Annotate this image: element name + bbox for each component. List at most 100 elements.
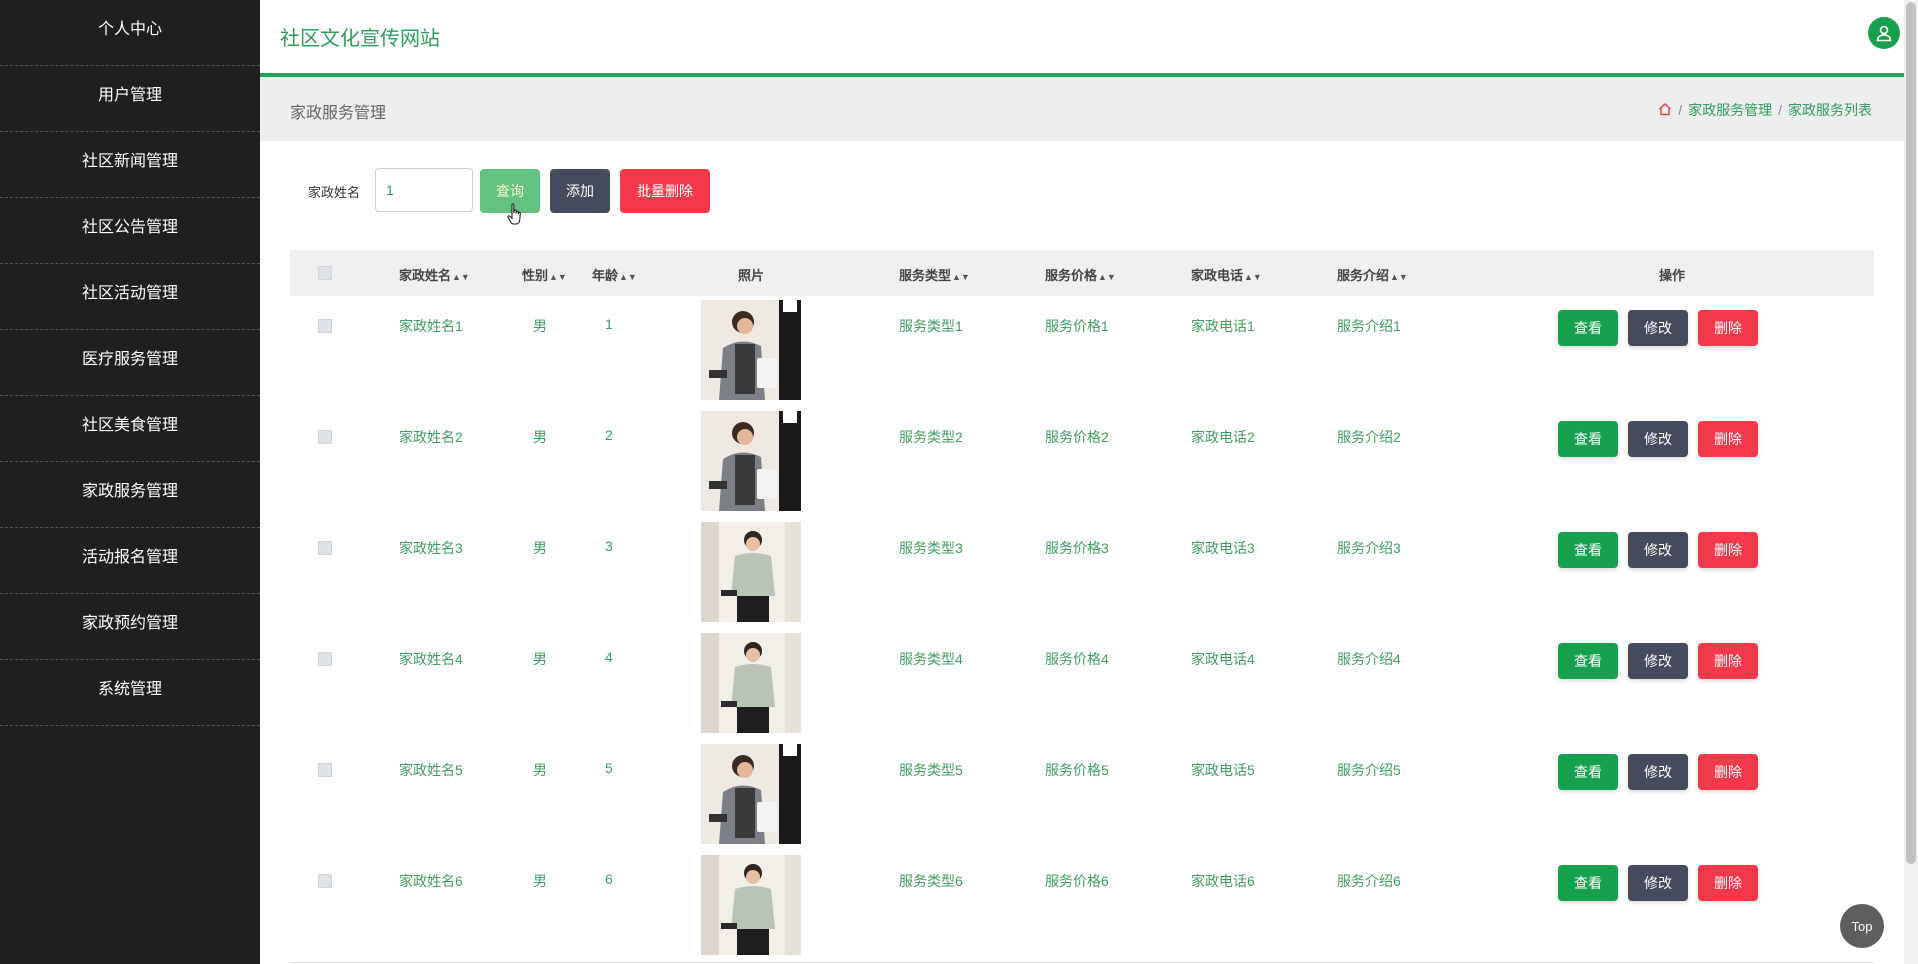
sidebar-item-food[interactable]: 社区美食管理 (0, 396, 260, 462)
cell-gender: 男 (533, 318, 547, 334)
edit-button[interactable]: 修改 (1628, 532, 1688, 568)
page-head: 家政服务管理 / 家政服务管理 / 家政服务列表 (260, 77, 1904, 141)
delete-button[interactable]: 删除 (1698, 643, 1758, 679)
sidebar-item-medical[interactable]: 医疗服务管理 (0, 330, 260, 396)
cell-name: 家政姓名4 (399, 651, 463, 667)
cell-price: 服务价格3 (1045, 540, 1109, 556)
column-header-age[interactable]: 年龄▲▼ (592, 265, 637, 284)
top-header: 社区文化宣传网站 (260, 0, 1904, 77)
cell-phone: 家政电话5 (1191, 762, 1255, 778)
edit-button[interactable]: 修改 (1628, 643, 1688, 679)
row-checkbox[interactable] (318, 430, 332, 444)
delete-button[interactable]: 删除 (1698, 865, 1758, 901)
sidebar-item-profile[interactable]: 个人中心 (0, 0, 260, 66)
sort-icon[interactable]: ▲▼ (1098, 272, 1116, 282)
batch-delete-button[interactable]: 批量删除 (620, 169, 710, 213)
row-checkbox[interactable] (318, 319, 332, 333)
select-all-checkbox[interactable] (318, 266, 332, 280)
cell-gender: 男 (533, 540, 547, 556)
column-header-price-label: 服务价格 (1045, 268, 1098, 283)
sidebar-item-activities[interactable]: 社区活动管理 (0, 264, 260, 330)
hand-cursor-icon (507, 203, 521, 225)
row-checkbox[interactable] (318, 652, 332, 666)
cell-age: 5 (605, 760, 613, 776)
cell-intro: 服务介绍3 (1337, 540, 1401, 556)
cell-gender: 男 (533, 651, 547, 667)
sidebar-item-housekeeping[interactable]: 家政服务管理 (0, 462, 260, 528)
cell-gender: 男 (533, 429, 547, 445)
cell-name: 家政姓名3 (399, 540, 463, 556)
home-icon[interactable] (1658, 102, 1672, 119)
sort-icon[interactable]: ▲▼ (549, 272, 567, 282)
user-icon[interactable] (1868, 17, 1900, 49)
cell-gender: 男 (533, 762, 547, 778)
column-header-name[interactable]: 家政姓名▲▼ (399, 265, 470, 284)
breadcrumb-separator: / (1678, 102, 1683, 118)
column-header-photo: 照片 (738, 268, 765, 283)
sort-icon[interactable]: ▲▼ (1390, 272, 1408, 282)
column-header-price[interactable]: 服务价格▲▼ (1045, 265, 1116, 284)
column-header-service-type-label: 服务类型 (899, 268, 952, 283)
cell-name: 家政姓名5 (399, 762, 463, 778)
cell-intro: 服务介绍6 (1337, 873, 1401, 889)
cell-service-type: 服务类型2 (899, 429, 963, 445)
sidebar: 个人中心 用户管理 社区新闻管理 社区公告管理 社区活动管理 医疗服务管理 社区… (0, 0, 260, 964)
view-button[interactable]: 查看 (1558, 532, 1618, 568)
sort-icon[interactable]: ▲▼ (619, 272, 637, 282)
breadcrumb-item-housekeeping[interactable]: 家政服务管理 (1688, 100, 1772, 120)
cell-age: 6 (605, 871, 613, 887)
column-header-phone[interactable]: 家政电话▲▼ (1191, 265, 1262, 284)
view-button[interactable]: 查看 (1558, 643, 1618, 679)
cell-intro: 服务介绍5 (1337, 762, 1401, 778)
row-checkbox[interactable] (318, 874, 332, 888)
table-row: 家政姓名6 男 6 服务类型6 服务价格6 家政电话6 服务介绍6 查看 修改 删除 (290, 851, 1874, 963)
cell-age: 3 (605, 538, 613, 554)
breadcrumb: / 家政服务管理 / 家政服务列表 (1658, 100, 1872, 120)
table-row: 家政姓名4 男 4 服务类型4 服务价格4 家政电话4 服务介绍4 查看 修改 删除 (290, 629, 1874, 741)
delete-button[interactable]: 删除 (1698, 532, 1758, 568)
table-row: 家政姓名5 男 5 服务类型5 服务价格5 家政电话5 服务介绍5 查看 修改 删除 (290, 740, 1874, 852)
table-row: 家政姓名3 男 3 服务类型3 服务价格3 家政电话3 服务介绍3 查看 修改 删除 (290, 518, 1874, 630)
breadcrumb-item-list[interactable]: 家政服务列表 (1788, 100, 1872, 120)
sidebar-item-users[interactable]: 用户管理 (0, 66, 260, 132)
column-header-gender[interactable]: 性别▲▼ (522, 265, 567, 284)
edit-button[interactable]: 修改 (1628, 754, 1688, 790)
housekeeper-photo (701, 411, 801, 511)
add-button[interactable]: 添加 (550, 169, 610, 213)
cell-phone: 家政电话4 (1191, 651, 1255, 667)
delete-button[interactable]: 删除 (1698, 421, 1758, 457)
view-button[interactable]: 查看 (1558, 310, 1618, 346)
back-to-top-button[interactable]: Top (1840, 904, 1884, 948)
page-title: 家政服务管理 (290, 105, 387, 122)
cell-phone: 家政电话3 (1191, 540, 1255, 556)
sidebar-item-news[interactable]: 社区新闻管理 (0, 132, 260, 198)
column-header-intro[interactable]: 服务介绍▲▼ (1337, 265, 1408, 284)
edit-button[interactable]: 修改 (1628, 310, 1688, 346)
page-scrollbar-thumb[interactable] (1906, 2, 1916, 864)
sort-icon[interactable]: ▲▼ (1244, 272, 1262, 282)
cell-service-type: 服务类型1 (899, 318, 963, 334)
row-checkbox[interactable] (318, 763, 332, 777)
housekeeper-photo (701, 744, 801, 844)
edit-button[interactable]: 修改 (1628, 421, 1688, 457)
sort-icon[interactable]: ▲▼ (952, 272, 970, 282)
sort-icon[interactable]: ▲▼ (452, 272, 470, 282)
column-header-service-type[interactable]: 服务类型▲▼ (899, 265, 970, 284)
sidebar-item-notices[interactable]: 社区公告管理 (0, 198, 260, 264)
view-button[interactable]: 查看 (1558, 421, 1618, 457)
sidebar-item-registrations[interactable]: 活动报名管理 (0, 528, 260, 594)
sidebar-item-system[interactable]: 系统管理 (0, 660, 260, 726)
housekeeper-photo (701, 633, 801, 733)
view-button[interactable]: 查看 (1558, 754, 1618, 790)
sidebar-item-appointments[interactable]: 家政预约管理 (0, 594, 260, 660)
table-header: 家政姓名▲▼ 性别▲▼ 年龄▲▼ 照片 服务类型▲▼ 服务价格▲▼ 家政电话▲▼… (290, 250, 1874, 296)
delete-button[interactable]: 删除 (1698, 754, 1758, 790)
delete-button[interactable]: 删除 (1698, 310, 1758, 346)
search-name-input[interactable] (375, 168, 473, 212)
row-checkbox[interactable] (318, 541, 332, 555)
cell-gender: 男 (533, 873, 547, 889)
column-header-name-label: 家政姓名 (399, 268, 452, 283)
edit-button[interactable]: 修改 (1628, 865, 1688, 901)
cell-service-type: 服务类型4 (899, 651, 963, 667)
view-button[interactable]: 查看 (1558, 865, 1618, 901)
